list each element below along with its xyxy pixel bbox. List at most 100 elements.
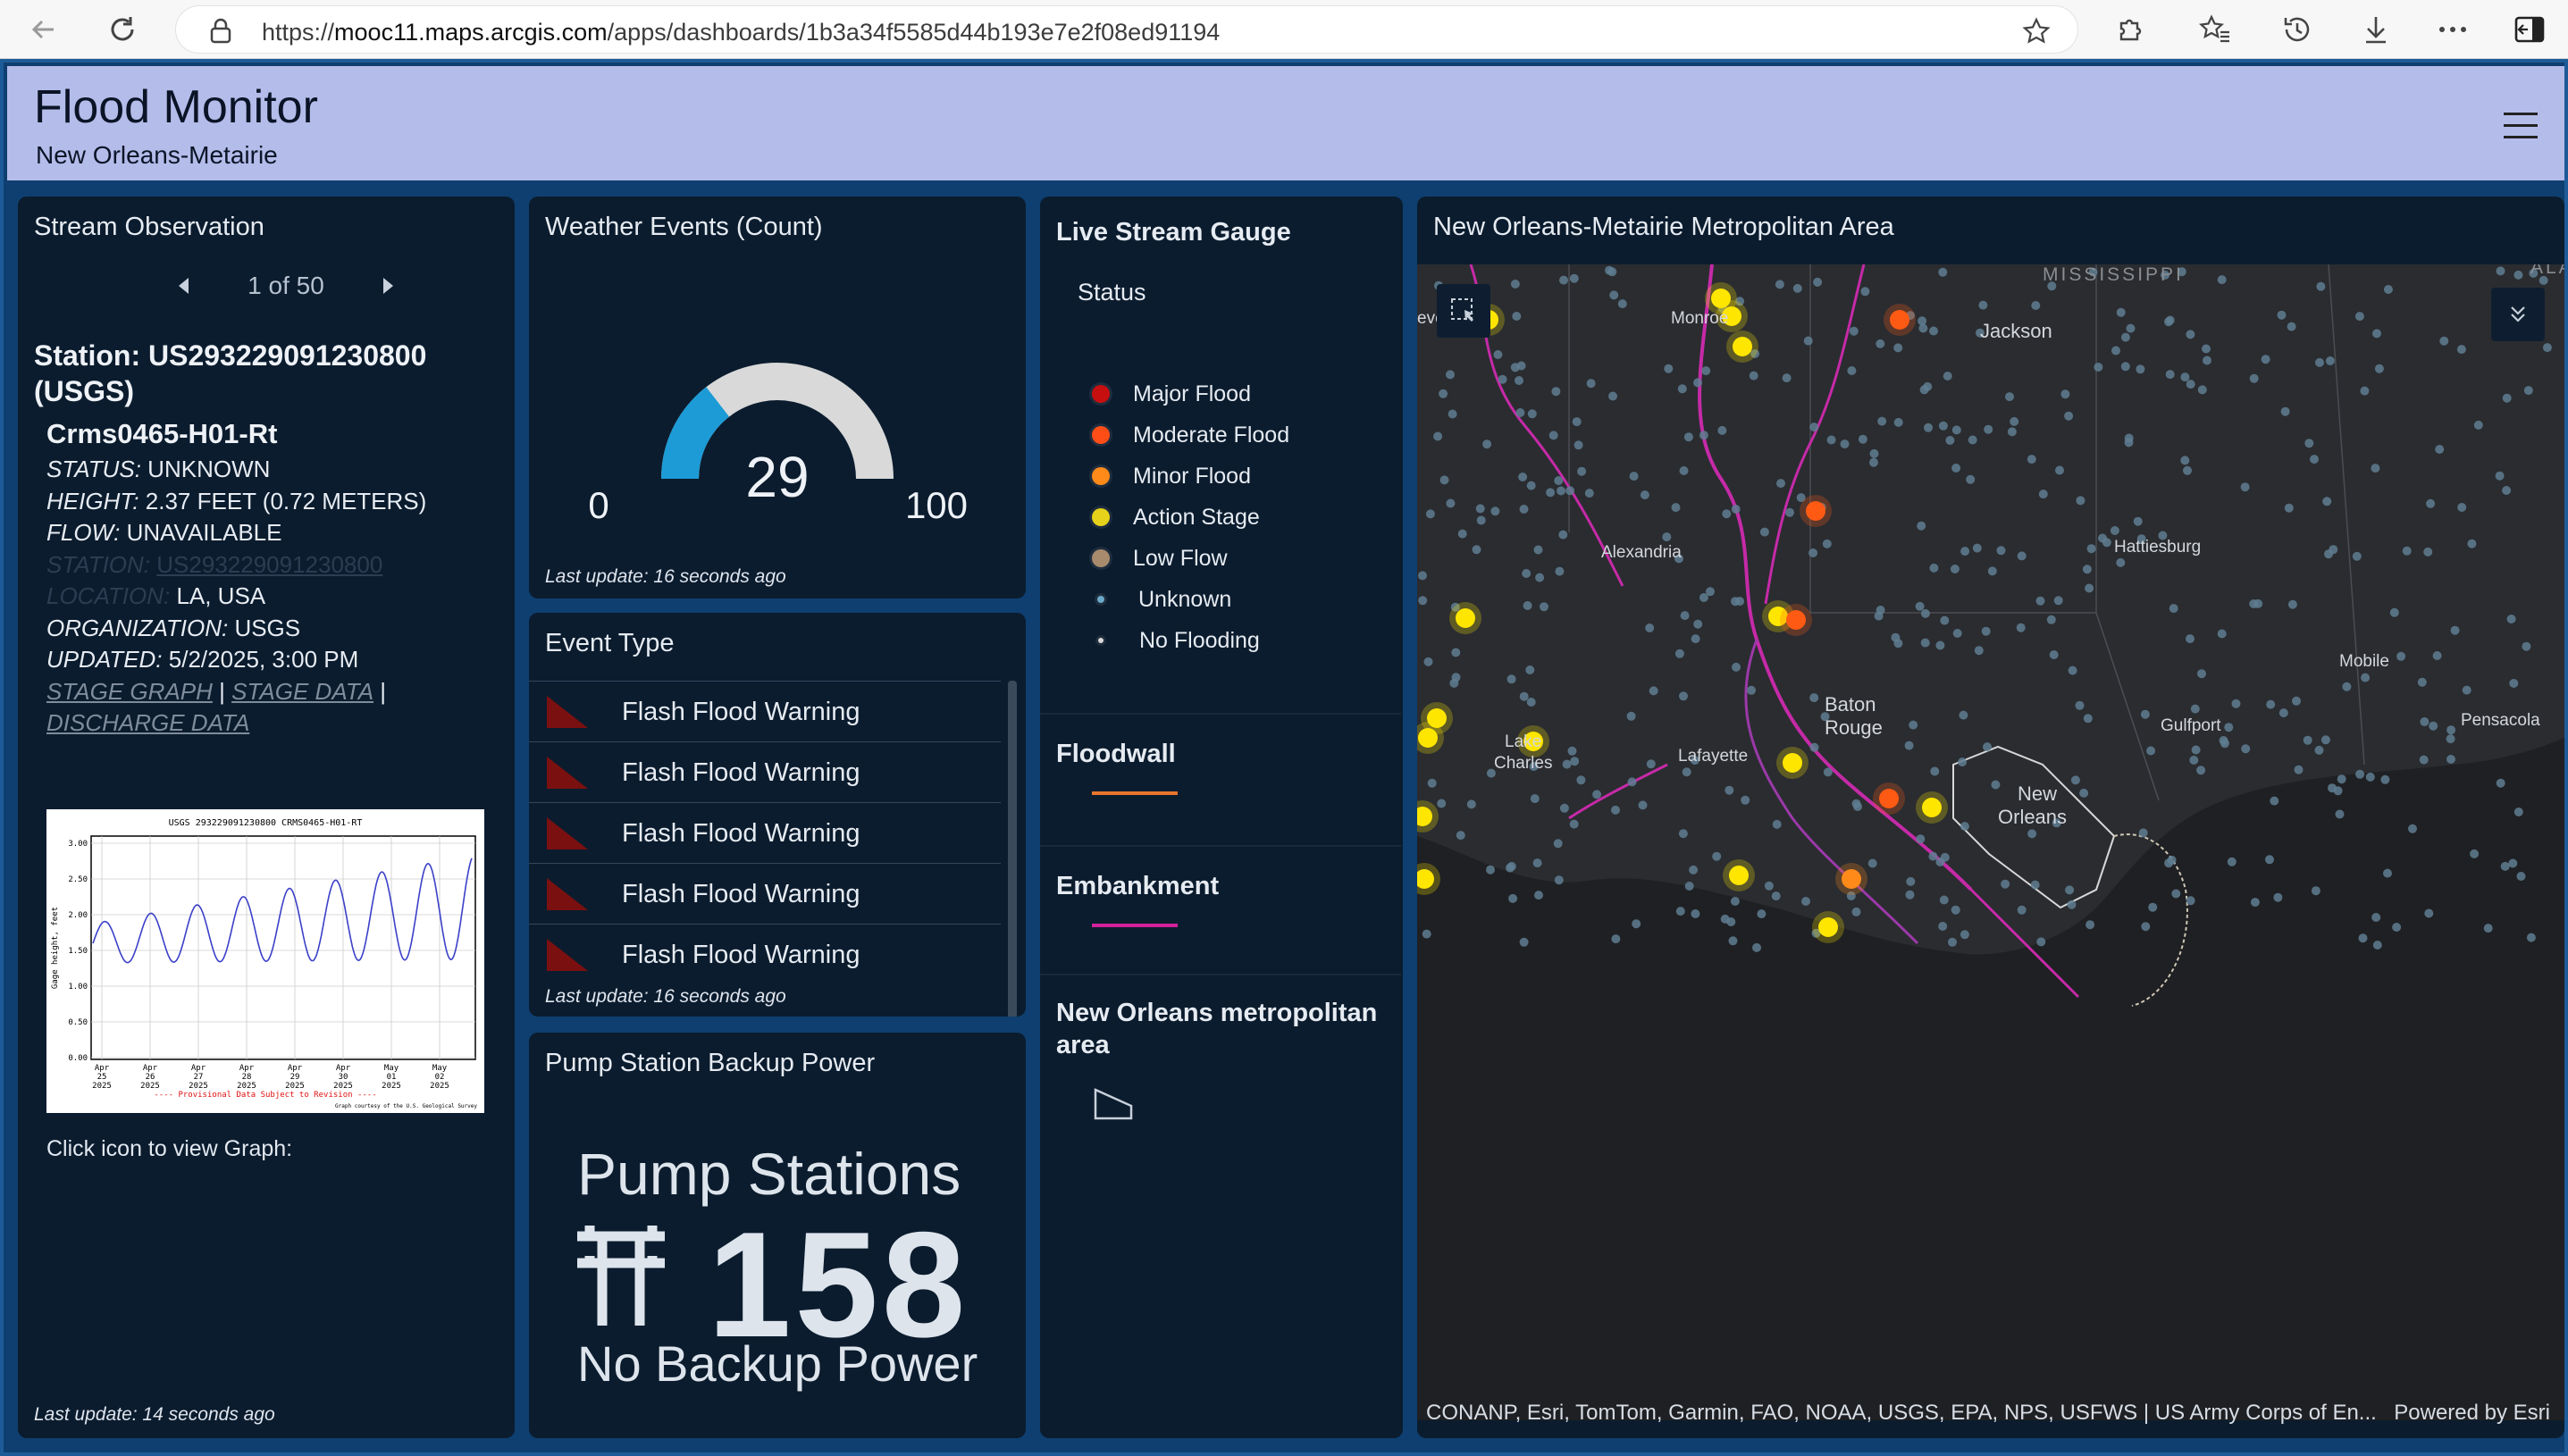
gauge-point[interactable] [1472, 545, 1481, 555]
event-list-item[interactable]: Flash Flood Warning [529, 802, 1001, 863]
gauge-point[interactable] [2031, 301, 2041, 310]
gauge-point[interactable] [1418, 571, 1427, 581]
gauge-point[interactable] [2001, 879, 2010, 889]
gauge-point[interactable] [2111, 346, 2120, 356]
gauge-point[interactable] [1939, 895, 1949, 905]
gauge-point[interactable] [2372, 329, 2381, 339]
gauge-point[interactable] [1732, 662, 1741, 672]
gauge-point[interactable] [1876, 606, 1885, 615]
gauge-point[interactable] [2005, 392, 2014, 402]
gauge-point[interactable] [1958, 757, 1968, 767]
gauge-point[interactable] [1576, 775, 1586, 785]
gauge-point[interactable] [2219, 736, 2228, 745]
discharge-data-link[interactable]: DISCHARGE DATA [46, 709, 249, 736]
gauge-point[interactable] [2457, 503, 2467, 512]
gauge-point[interactable] [1940, 615, 1950, 625]
gauge-point[interactable] [2068, 665, 2077, 675]
gauge-point[interactable] [1466, 799, 1476, 809]
gauge-point[interactable] [2287, 599, 2297, 609]
gauge-point[interactable] [2030, 880, 2040, 890]
gauge-point[interactable] [1809, 423, 1819, 432]
gauge-point[interactable] [2148, 902, 2158, 912]
gauge-point[interactable] [1948, 937, 1957, 947]
flood-gauge-point[interactable] [1806, 501, 1825, 521]
extensions-icon[interactable] [2109, 9, 2150, 50]
gauge-point[interactable] [1682, 767, 1691, 777]
gauge-point[interactable] [1877, 416, 1887, 426]
gauge-point[interactable] [1526, 481, 1536, 490]
gauge-point[interactable] [2270, 796, 2279, 806]
gauge-point[interactable] [1626, 711, 1636, 721]
gauge-point[interactable] [2197, 669, 2206, 679]
gauge-point[interactable] [1891, 632, 1901, 642]
gauge-point[interactable] [2383, 285, 2393, 294]
gauge-point[interactable] [2502, 393, 2512, 403]
gauge-point[interactable] [1717, 425, 1727, 435]
gauge-point[interactable] [1607, 267, 1617, 277]
gauge-point[interactable] [2098, 533, 2107, 543]
gauge-point[interactable] [2171, 889, 2181, 899]
gauge-point[interactable] [1991, 780, 2001, 790]
gauge-point[interactable] [2165, 315, 2175, 325]
gauge-point[interactable] [1959, 710, 1968, 720]
gauge-point[interactable] [1456, 831, 1465, 841]
gauge-point[interactable] [1960, 547, 1970, 556]
gauge-point[interactable] [2320, 735, 2330, 745]
gauge-point[interactable] [2446, 725, 2456, 735]
gauge-point[interactable] [1792, 283, 1802, 293]
gauge-point[interactable] [2500, 861, 2510, 871]
gauge-point[interactable] [1940, 852, 1950, 862]
gauge-point[interactable] [1712, 851, 1722, 861]
gauge-point[interactable] [2372, 941, 2382, 950]
gauge-point[interactable] [2360, 386, 2370, 396]
gauge-point[interactable] [1920, 608, 1930, 618]
gauge-point[interactable] [1960, 930, 1969, 940]
flood-gauge-point[interactable] [1842, 869, 1861, 889]
gauge-point[interactable] [2523, 386, 2533, 396]
gauge-point[interactable] [2513, 807, 2523, 816]
gauge-point[interactable] [2371, 913, 2381, 922]
gauge-point[interactable] [2190, 704, 2200, 714]
gauge-point[interactable] [1928, 851, 1938, 861]
gauge-point[interactable] [2083, 714, 2093, 724]
gauge-point[interactable] [1860, 287, 1870, 297]
gauge-point[interactable] [2509, 679, 2519, 688]
gauge-point[interactable] [2027, 455, 2036, 464]
gauge-point[interactable] [2508, 858, 2518, 868]
gauge-point[interactable] [1809, 742, 1819, 752]
gauge-point[interactable] [2017, 905, 2027, 915]
gauge-point[interactable] [1951, 464, 1961, 473]
gauge-point[interactable] [1572, 417, 1582, 427]
gauge-point[interactable] [2064, 411, 2074, 421]
gauge-point[interactable] [2374, 364, 2384, 373]
gauge-point[interactable] [2450, 625, 2460, 635]
gauge-point[interactable] [1433, 431, 1443, 441]
gauge-point[interactable] [1952, 629, 1962, 638]
gauge-point[interactable] [2310, 455, 2319, 464]
gauge-point[interactable] [2250, 898, 2260, 908]
gauge-point[interactable] [1486, 865, 1495, 874]
gauge-point[interactable] [1629, 472, 1639, 481]
gauge-point[interactable] [2365, 772, 2375, 782]
gauge-point[interactable] [2315, 357, 2324, 367]
gauge-point[interactable] [2506, 615, 2516, 623]
gauge-point[interactable] [2266, 699, 2276, 709]
gauge-point[interactable] [1731, 505, 1741, 514]
gauge-point[interactable] [2186, 634, 2195, 644]
gauge-point[interactable] [2358, 933, 2368, 943]
gauge-point[interactable] [1553, 839, 1563, 849]
gauge-point[interactable] [1674, 649, 1684, 658]
gauge-point[interactable] [2067, 900, 2077, 909]
previous-icon[interactable] [179, 278, 189, 294]
gauge-point[interactable] [2273, 892, 2283, 902]
gauge-point[interactable] [1519, 505, 1529, 514]
gauge-point[interactable] [2342, 682, 2352, 691]
next-icon[interactable] [382, 278, 393, 294]
gauge-point[interactable] [2473, 420, 2483, 430]
gauge-point[interactable] [2417, 677, 2427, 687]
gauge-point[interactable] [2224, 723, 2234, 732]
gauge-point[interactable] [2133, 516, 2143, 526]
gauge-point[interactable] [2183, 465, 2192, 475]
gauge-point[interactable] [1847, 366, 1857, 375]
gauge-point[interactable] [2303, 735, 2312, 745]
